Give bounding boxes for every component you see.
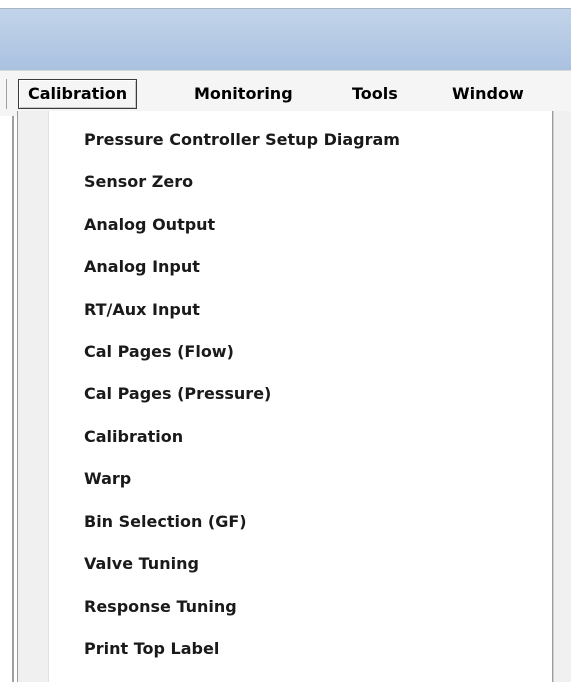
calibration-dropdown-menu: Pressure Controller Setup Diagram Sensor… [17,111,571,682]
menu-item-print-top-label[interactable]: Print Top Label [84,634,219,664]
menu-item-bin-selection-gf[interactable]: Bin Selection (GF) [84,507,247,537]
menu-item-warp[interactable]: Warp [84,464,131,494]
menu-item-sensor-zero[interactable]: Sensor Zero [84,167,193,197]
menu-icon-gutter [18,111,49,682]
menu-window[interactable]: Window [452,79,524,109]
menu-item-analog-output[interactable]: Analog Output [84,210,215,240]
window-top-edge [0,0,571,9]
menu-tools[interactable]: Tools [352,79,398,109]
menu-item-analog-input[interactable]: Analog Input [84,252,200,282]
menu-item-valve-tuning[interactable]: Valve Tuning [84,549,199,579]
menu-item-response-tuning[interactable]: Response Tuning [84,592,237,622]
left-side-panel [0,116,14,682]
title-bar [0,9,571,70]
menu-item-cal-pages-flow[interactable]: Cal Pages (Flow) [84,337,234,367]
menu-item-cal-pages-pressure[interactable]: Cal Pages (Pressure) [84,379,271,409]
menu-item-calibration[interactable]: Calibration [84,422,183,452]
menu-monitoring[interactable]: Monitoring [194,79,293,109]
menu-right-edge [553,111,571,682]
menu-bar: Calibration Monitoring Tools Window [0,70,571,117]
menu-item-rt-aux-input[interactable]: RT/Aux Input [84,295,200,325]
menu-bar-grip [6,79,10,109]
menu-calibration[interactable]: Calibration [18,79,138,109]
menu-item-pressure-controller-setup-diagram[interactable]: Pressure Controller Setup Diagram [84,125,400,155]
